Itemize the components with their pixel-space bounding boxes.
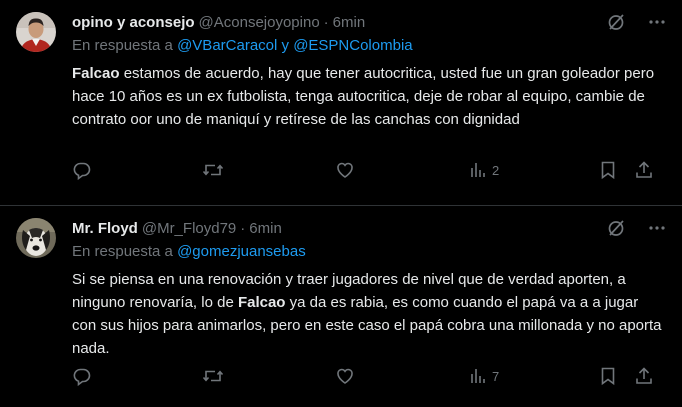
tweet[interactable]: opino y aconsejo @Aconsejoyopino · 6min … (0, 0, 682, 205)
user-handle[interactable]: @Aconsejoyopino (199, 14, 320, 31)
avatar[interactable] (16, 218, 56, 258)
separator-dot: · (240, 219, 246, 237)
views-icon (469, 161, 487, 179)
timestamp[interactable]: 6min (249, 220, 282, 237)
views-icon (469, 367, 487, 385)
views-count: 2 (492, 162, 500, 178)
tweet[interactable]: Mr. Floyd @Mr_Floyd79 · 6min En respuest… (0, 206, 682, 407)
header-actions (606, 218, 666, 238)
tweet-text: Si se piensa en una renovación y traer j… (72, 268, 666, 360)
grok-icon[interactable] (606, 218, 626, 238)
like-icon[interactable] (335, 160, 355, 180)
views-button[interactable]: 2 (469, 161, 499, 179)
bold-keyword: Falcao (72, 65, 120, 82)
views-count: 7 (492, 368, 500, 384)
more-icon[interactable] (648, 219, 666, 237)
separator-dot: · (323, 13, 329, 31)
reply-prefix: En respuesta a (72, 37, 173, 54)
user-handle[interactable]: @Mr_Floyd79 (142, 220, 236, 237)
tweet-header: opino y aconsejo @Aconsejoyopino · 6min (72, 12, 666, 32)
reply-context: En respuesta a @gomezjuansebas (72, 242, 666, 262)
bookmark-icon[interactable] (599, 160, 617, 180)
like-icon[interactable] (335, 366, 355, 386)
tweet-header: Mr. Floyd @Mr_Floyd79 · 6min (72, 218, 666, 238)
retweet-icon[interactable] (202, 366, 224, 386)
share-icon[interactable] (634, 366, 654, 386)
display-name[interactable]: opino y aconsejo (72, 14, 195, 31)
avatar[interactable] (16, 12, 56, 52)
retweet-icon[interactable] (202, 160, 224, 180)
header-actions (606, 12, 666, 32)
reply-mention[interactable]: @gomezjuansebas (177, 243, 306, 260)
reply-context: En respuesta a @VBarCaracol y @ESPNColom… (72, 36, 666, 56)
views-button[interactable]: 7 (469, 367, 499, 385)
timestamp[interactable]: 6min (333, 14, 366, 31)
reply-icon[interactable] (72, 160, 92, 180)
reply-mention[interactable]: @VBarCaracol (177, 37, 277, 54)
bookmark-icon[interactable] (599, 366, 617, 386)
bold-keyword: Falcao (237, 294, 286, 311)
display-name[interactable]: Mr. Floyd (72, 220, 138, 237)
reply-mention[interactable]: @ESPNColombia (293, 37, 412, 54)
grok-icon[interactable] (606, 12, 626, 32)
more-icon[interactable] (648, 13, 666, 31)
reply-joiner: y (281, 37, 290, 54)
reply-prefix: En respuesta a (72, 243, 173, 260)
tweet-text: Falcao estamos de acuerdo, hay que tener… (72, 62, 666, 131)
reply-icon[interactable] (72, 366, 92, 386)
share-icon[interactable] (634, 160, 654, 180)
tweet-text-body: estamos de acuerdo, hay que tener autocr… (72, 65, 655, 128)
